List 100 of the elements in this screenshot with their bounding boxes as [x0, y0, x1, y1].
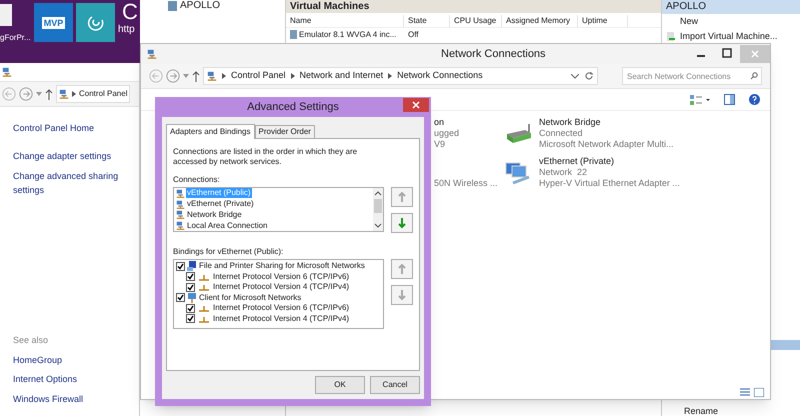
caret-icon[interactable] [183, 74, 189, 78]
address-bar[interactable]: Control Panel [56, 85, 130, 103]
network-icon [176, 200, 185, 209]
binding-item[interactable]: Internet Protocol Version 4 (TCP/IPv4) [213, 314, 350, 324]
arrow-down-icon [397, 217, 407, 229]
binding-item[interactable]: Internet Protocol Version 6 (TCP/IPv6) [213, 272, 350, 282]
list-item[interactable]: Local Area Connection [186, 220, 268, 231]
sidebar-link[interactable]: HomeGroup [13, 354, 139, 367]
breadcrumb-item[interactable]: Network and Internet [300, 69, 384, 83]
adapter-item[interactable]: Network Bridge Connected Microsoft Network Adapter Multi... [505, 117, 680, 150]
checkbox[interactable] [186, 304, 195, 313]
action-item[interactable]: Import Virtual Machine... [680, 30, 778, 44]
network-icon [2, 67, 12, 77]
details-view-icon[interactable] [740, 388, 750, 396]
search-field[interactable]: Search Network Connections [622, 67, 762, 85]
protocol-icon [198, 283, 210, 292]
binding-item[interactable]: Internet Protocol Version 4 (TCP/IPv4) [213, 282, 350, 292]
up-arrow-icon[interactable] [45, 88, 53, 100]
adapter-status: Network 22 [539, 167, 588, 178]
dialog-button[interactable]: OK [315, 376, 365, 394]
sidebar-link[interactable]: Internet Options [13, 373, 139, 386]
page-heading: C [122, 1, 138, 23]
table-cell-text: Off [407, 28, 419, 40]
tab[interactable]: Adapters and Bindings [166, 124, 254, 139]
search-icon [750, 72, 758, 80]
sidebar-link[interactable]: Change advanced sharing settings [13, 170, 123, 197]
protocol-icon [198, 314, 210, 323]
document-icon[interactable] [0, 4, 14, 26]
window-title: Network Connections [441, 46, 546, 62]
binding-item[interactable]: Client for Microsoft Networks [199, 292, 302, 303]
protocol-icon [198, 272, 210, 281]
view-options-icon[interactable] [690, 94, 710, 104]
sidebar-link[interactable]: Windows Firewall [13, 392, 139, 406]
adapter-item[interactable]: vEthernet (Private) Network 22 Hyper-V Virtual Ethernet Adapter ... [505, 156, 680, 189]
description-text: Connections are listed in the order in which they are accessed by network services. [173, 147, 358, 167]
adapter-status: ugged [434, 128, 460, 139]
router-icon [505, 122, 533, 146]
binding-item[interactable]: Internet Protocol Version 6 (TCP/IPv6) [213, 303, 350, 314]
field-label: Bindings for vEthernet (Public): [173, 247, 284, 257]
close-icon[interactable] [403, 98, 429, 112]
tab[interactable]: Provider Order [254, 125, 315, 138]
up-arrow-icon[interactable] [192, 70, 200, 82]
tile-label: gForPr... [0, 34, 31, 42]
large-icons-view-icon[interactable] [754, 388, 764, 396]
list-item[interactable]: vEthernet (Private) [186, 199, 255, 210]
adapter-device: 50N Wireless ... [434, 178, 499, 189]
sidebar-link[interactable]: Control Panel Home [13, 122, 139, 136]
caret-icon[interactable] [36, 92, 42, 96]
arrow-up-icon [397, 263, 407, 275]
dialog-title: Advanced Settings [247, 100, 339, 115]
connections-list[interactable]: vEthernet (Public) vEthernet (Private) Network Bridge Local Area Connection [173, 187, 384, 232]
adapter-name: vEthernet (Private) [539, 156, 616, 167]
breadcrumb-item[interactable]: Network Connections [397, 69, 483, 83]
checkbox[interactable] [186, 314, 195, 324]
computer-icon [187, 292, 197, 303]
network-icon [176, 221, 185, 230]
address-bar[interactable]: Control Panel Network and Internet Network Connections [203, 67, 598, 85]
help-icon[interactable] [749, 94, 760, 105]
url-text: http [118, 25, 135, 35]
chevron-icon [388, 73, 392, 79]
adapter-device: Hyper-V Virtual Ethernet Adapter ... [539, 178, 680, 189]
column-header[interactable]: Assigned Memory [502, 15, 578, 27]
binding-item[interactable]: File and Printer Sharing for Microsoft Networks [199, 261, 365, 272]
chevron-icon [72, 91, 76, 97]
column-header[interactable]: State [404, 15, 450, 27]
move-down-button[interactable] [391, 213, 413, 233]
checkbox[interactable] [176, 262, 185, 271]
panel-header: Virtual Machines [286, 0, 661, 13]
breadcrumb-item[interactable]: Control Panel [231, 69, 286, 83]
checkbox[interactable] [176, 293, 185, 302]
mvp-tile[interactable]: MVP [34, 3, 73, 42]
checkbox[interactable] [186, 272, 195, 282]
column-header[interactable]: Name [286, 15, 404, 27]
checkbox[interactable] [186, 282, 195, 292]
action-item[interactable]: Rename [662, 406, 800, 416]
refresh-icon[interactable] [584, 71, 594, 81]
network-icon [176, 210, 185, 220]
breadcrumb-item[interactable]: Control Panel [79, 88, 128, 100]
protocol-icon [198, 304, 210, 312]
column-header[interactable]: CPU Usage [450, 15, 502, 27]
printer-icon [187, 261, 197, 272]
caret-icon[interactable] [571, 74, 579, 78]
app-tile[interactable] [76, 3, 115, 42]
chevron-icon [290, 73, 295, 79]
action-item[interactable]: New [680, 14, 698, 28]
bindings-list[interactable] [173, 259, 384, 329]
dialog-button[interactable]: Cancel [370, 376, 420, 394]
table-cell: Emulator 8.1 WVGA 4 inc... [299, 28, 396, 40]
column-header[interactable]: Uptime [578, 15, 628, 27]
forward-icon[interactable] [166, 69, 180, 83]
network-icon [207, 71, 217, 81]
forward-icon[interactable] [19, 87, 33, 101]
import-icon [666, 32, 676, 42]
preview-pane-icon[interactable] [724, 94, 735, 105]
arrow-down-icon [397, 289, 407, 301]
list-item[interactable]: Network Bridge [186, 210, 243, 220]
scrollbar[interactable] [373, 188, 383, 231]
tree-item[interactable]: APOLLO [180, 0, 220, 12]
arrow-up-icon [397, 191, 407, 203]
sidebar-link[interactable]: Change adapter settings [13, 150, 123, 163]
